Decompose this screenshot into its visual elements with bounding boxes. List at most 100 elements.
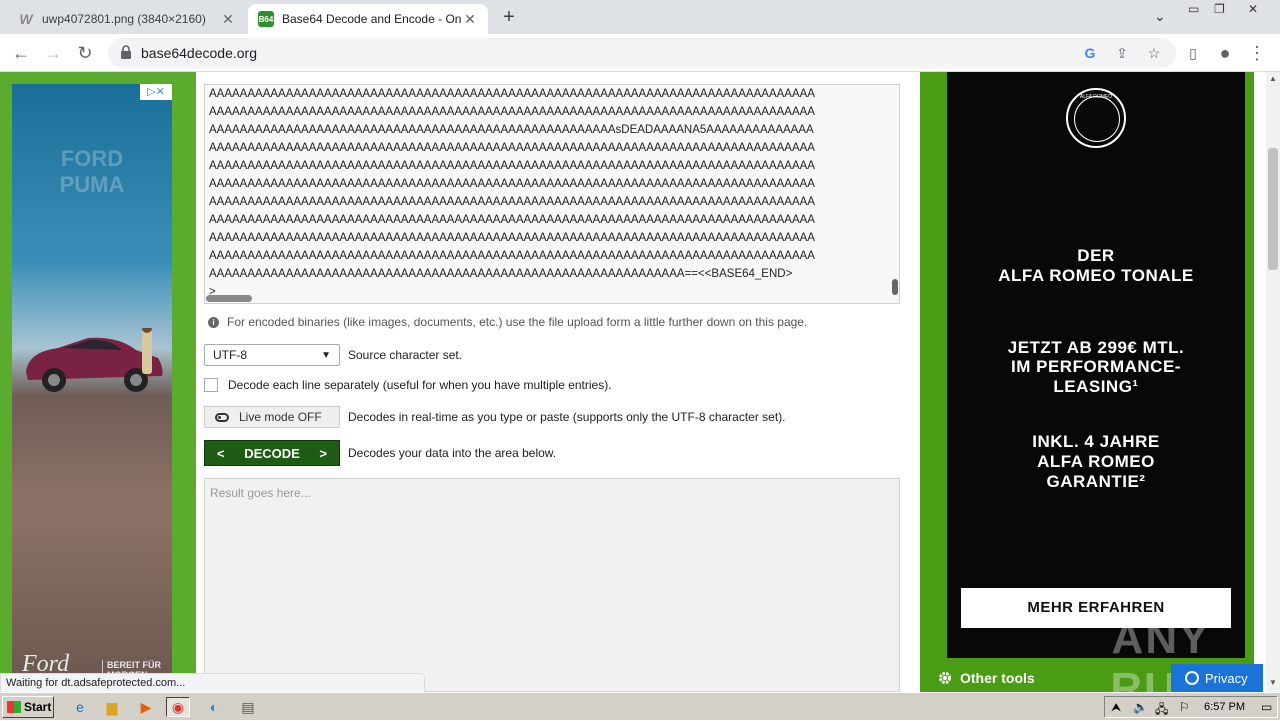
start-label: Start [24, 700, 52, 714]
base64-line: AAAAAAAAAAAAAAAAAAAAAAAAAAAAAAAAAAAAAAAA… [209, 268, 793, 280]
edge-icon[interactable]: ◐ [202, 697, 226, 717]
privacy-label: Privacy [1205, 670, 1248, 686]
google-icon[interactable]: G [1082, 45, 1098, 61]
scroll-up-icon[interactable]: ▲ [1266, 72, 1280, 86]
scroll-down-icon[interactable]: ▼ [1266, 676, 1280, 690]
windows-logo-icon [7, 701, 21, 713]
url-text: base64decode.org [141, 45, 257, 61]
decode-button[interactable]: < DECODE > [204, 440, 340, 466]
base64-line: AAAAAAAAAAAAAAAAAAAAAAAAAAAAAAAAAAAAAAAA… [209, 178, 815, 190]
charset-row: UTF-8 ▼ Source character set. [204, 344, 462, 366]
charset-select[interactable]: UTF-8 ▼ [204, 344, 340, 366]
left-background: ▷✕ FORD PUMA Ford BEREIT FÜR MORGEN [0, 72, 196, 692]
ford-ad[interactable]: ▷✕ FORD PUMA Ford BEREIT FÜR MORGEN [12, 84, 172, 684]
profile-icon[interactable]: ● [1214, 42, 1236, 64]
tab-search-icon[interactable]: ⌄ [1154, 8, 1166, 25]
side-panel-icon[interactable]: ▯ [1182, 42, 1204, 64]
b64-favicon-icon: B64 [258, 11, 274, 27]
tab-base64[interactable]: B64 Base64 Decode and Encode - Online ✕ [248, 4, 488, 34]
show-desktop-icon[interactable]: ▭ [1261, 700, 1272, 714]
base64-line: AAAAAAAAAAAAAAAAAAAAAAAAAAAAAAAAAAAAAAAA… [209, 124, 814, 136]
network-icon[interactable]: 🖧 [1155, 700, 1168, 721]
tab-image[interactable]: W uwp4072801.png (3840×2160) ✕ [8, 4, 246, 34]
chevron-right-icon: > [319, 445, 327, 461]
page-scrollbar[interactable]: ▲ ▼ [1266, 72, 1280, 692]
share-icon[interactable]: ⇪ [1114, 45, 1130, 61]
result-output[interactable]: Result goes here... [204, 478, 900, 692]
main-content: AAAAAAAAAAAAAAAAAAAAAAAAAAAAAAAAAAAAAAAA… [196, 72, 908, 692]
ad-line: LEASING¹ [1053, 377, 1139, 396]
ad-headline: FORD PUMA [59, 146, 125, 197]
tab-title: uwp4072801.png (3840×2160) [42, 12, 206, 26]
reload-icon[interactable]: ↻ [74, 42, 96, 64]
start-button[interactable]: Start [2, 696, 54, 718]
base64-input[interactable]: AAAAAAAAAAAAAAAAAAAAAAAAAAAAAAAAAAAAAAAA… [204, 84, 900, 304]
ad-line: IM PERFORMANCE- [1011, 357, 1181, 376]
base64-line: AAAAAAAAAAAAAAAAAAAAAAAAAAAAAAAAAAAAAAAA… [209, 106, 815, 118]
decode-lines-checkbox[interactable] [204, 378, 218, 392]
page-content: ▷✕ FORD PUMA Ford BEREIT FÜR MORGEN AAAA… [0, 72, 1266, 692]
ad-line: ALFA ROMEO [1037, 452, 1155, 471]
result-placeholder: Result goes here... [210, 486, 311, 500]
back-icon[interactable]: ← [10, 42, 32, 64]
charset-label: Source character set. [348, 348, 463, 362]
close-tab-icon[interactable]: ✕ [462, 11, 478, 28]
info-text: For encoded binaries (like images, docum… [227, 315, 808, 329]
decode-row: < DECODE > Decodes your data into the ar… [204, 440, 556, 466]
menu-icon[interactable]: ⋮ [1246, 42, 1268, 64]
base64-line: AAAAAAAAAAAAAAAAAAAAAAAAAAAAAAAAAAAAAAAA… [209, 142, 815, 154]
live-mode-row: Live mode OFF Decodes in real-time as yo… [204, 406, 786, 428]
logo-text: ALFA ROMEO [1079, 94, 1113, 100]
restore-button[interactable]: ❐ [1214, 2, 1225, 16]
volume-icon[interactable]: 🔈 [1133, 700, 1148, 714]
car-image [26, 328, 163, 392]
alfa-romeo-ad[interactable]: ALFA ROMEO DER ALFA ROMEO TONALE JETZT A… [947, 72, 1245, 692]
w-favicon-icon: W [19, 11, 33, 27]
ad-line: DER [1077, 246, 1115, 265]
toggle-icon [215, 412, 229, 422]
new-tab-button[interactable]: + [498, 6, 520, 28]
scroll-thumb[interactable] [1268, 148, 1278, 270]
alfa-romeo-logo: ALFA ROMEO [1066, 88, 1126, 148]
system-tray: ⮝ 🔈 🖧 ⚐ 6:57 PM ▭ [1104, 696, 1278, 718]
input-vertical-scrollbar[interactable] [892, 279, 898, 295]
gear-icon [939, 672, 951, 684]
decode-lines-label: Decode each line separately (useful for … [228, 378, 612, 392]
close-tab-icon[interactable]: ✕ [220, 11, 236, 28]
ad-line: GARANTIE² [1046, 472, 1146, 491]
live-mode-desc: Decodes in real-time as you type or past… [348, 410, 786, 424]
base64-line: AAAAAAAAAAAAAAAAAAAAAAAAAAAAAAAAAAAAAAAA… [209, 232, 815, 244]
flag-icon[interactable]: ⚐ [1179, 700, 1190, 714]
notepad-icon[interactable]: ▤ [236, 697, 260, 717]
chevron-down-icon: ▼ [321, 349, 331, 361]
right-background: ALFA ROMEO DER ALFA ROMEO TONALE JETZT A… [908, 72, 1266, 692]
folder-icon[interactable]: ▆ [100, 697, 124, 717]
base64-line: > [209, 286, 216, 298]
close-window-button[interactable]: ✕ [1248, 2, 1258, 16]
address-bar[interactable]: base64decode.org G ⇪ ☆ [108, 38, 1176, 68]
base64-line: AAAAAAAAAAAAAAAAAAAAAAAAAAAAAAAAAAAAAAAA… [209, 88, 815, 100]
base64-input-text: AAAAAAAAAAAAAAAAAAAAAAAAAAAAAAAAAAAAAAAA… [209, 85, 893, 301]
decode-label: DECODE [244, 445, 300, 461]
ie-icon[interactable]: e [68, 697, 92, 717]
ad-line: INKL. 4 JAHRE [1032, 432, 1160, 451]
chrome-icon[interactable]: ◉ [166, 697, 190, 717]
other-tools-label: Other tools [960, 670, 1035, 686]
tray-arrow-icon[interactable]: ⮝ [1111, 700, 1121, 715]
right-green-panel: ALFA ROMEO DER ALFA ROMEO TONALE JETZT A… [920, 72, 1254, 692]
base64-line: AAAAAAAAAAAAAAAAAAAAAAAAAAAAAAAAAAAAAAAA… [209, 250, 815, 262]
live-mode-button[interactable]: Live mode OFF [204, 406, 340, 428]
media-player-icon[interactable]: ▶ [134, 697, 158, 717]
minimize-button[interactable]: ▭ [1188, 2, 1199, 16]
tab-strip: W uwp4072801.png (3840×2160) ✕ B64 Base6… [0, 0, 1280, 34]
decode-lines-row: Decode each line separately (useful for … [204, 378, 612, 392]
adchoices-icon[interactable]: ▷✕ [140, 84, 172, 100]
bookmark-star-icon[interactable]: ☆ [1146, 45, 1162, 61]
forward-icon[interactable]: → [42, 42, 64, 64]
tab-title: Base64 Decode and Encode - Online [282, 12, 462, 26]
ad-line: JETZT AB 299€ MTL. [1007, 338, 1185, 357]
privacy-button[interactable]: Privacy [1171, 664, 1263, 692]
input-horizontal-scrollbar[interactable] [206, 295, 252, 302]
charset-value: UTF-8 [213, 348, 247, 362]
other-tools-link[interactable]: Other tools [938, 670, 1035, 686]
